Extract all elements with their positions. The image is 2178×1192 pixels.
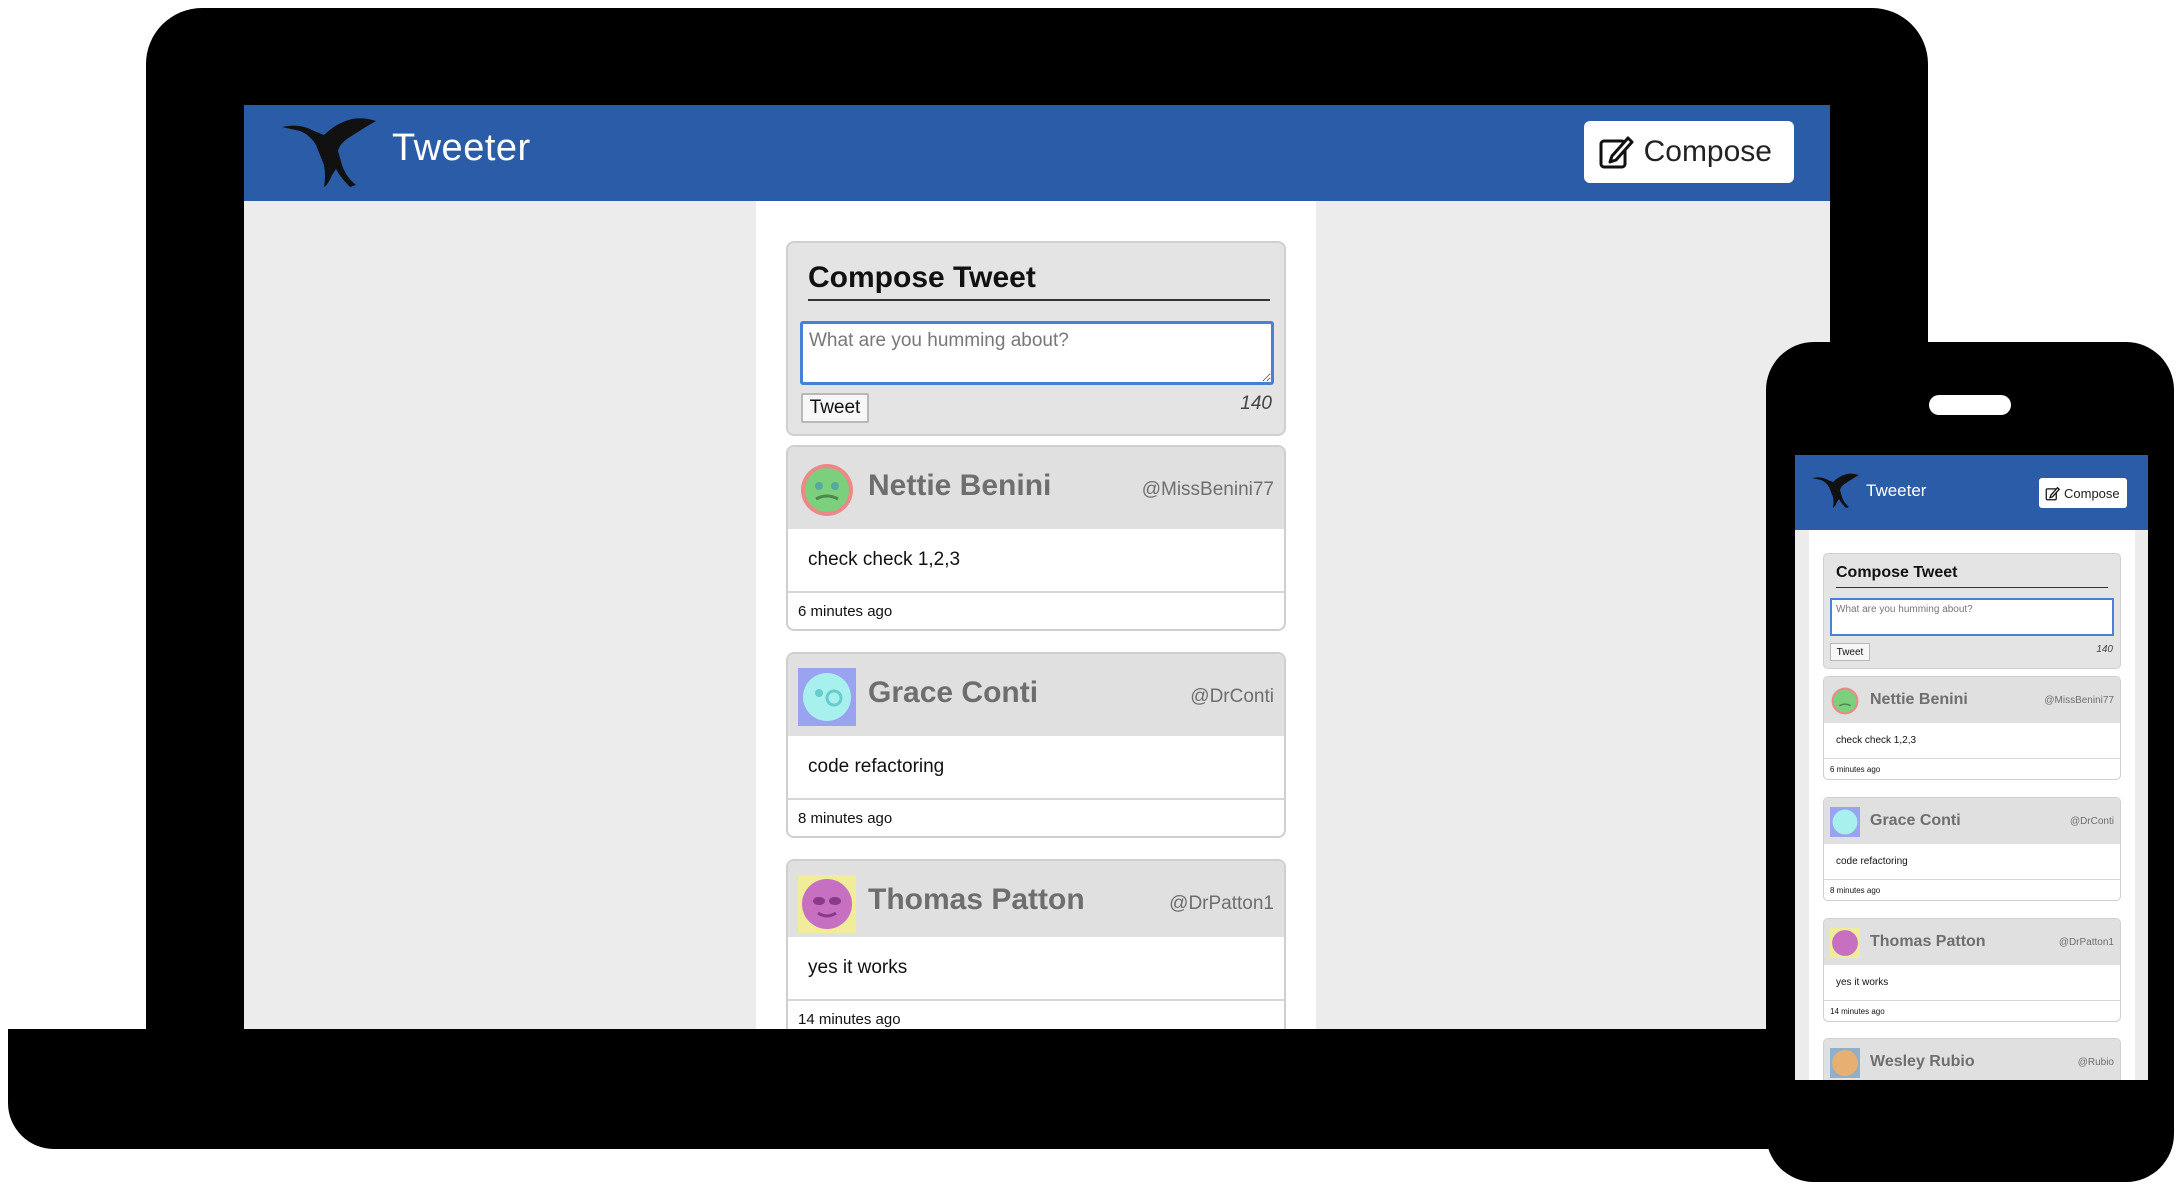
cyan-face-icon xyxy=(1830,807,1860,837)
compose-tweet-panel: Compose Tweet Tweet 140 xyxy=(1823,553,2121,669)
tweet-text: code refactoring xyxy=(1836,856,1908,867)
compose-title: Compose Tweet xyxy=(1836,564,2108,588)
edit-icon xyxy=(2045,486,2060,500)
tweet-author-name: Thomas Patton xyxy=(1870,933,1986,950)
tweet-text: check check 1,2,3 xyxy=(808,549,961,570)
compose-button-label: Compose xyxy=(1643,135,1772,168)
tweet-body: yes it works xyxy=(788,937,1284,1001)
tweet-header: Nettie Benini @MissBenini77 xyxy=(1824,677,2120,723)
compose-title: Compose Tweet xyxy=(808,259,1270,301)
tweet-header: Wesley Rubio @Rubio xyxy=(1824,1039,2120,1080)
navbar: Tweeter Compose xyxy=(1795,455,2148,530)
compose-button[interactable]: Compose xyxy=(1583,121,1794,183)
phone-screen: Tweeter Compose Compose Tweet Tweet 140 … xyxy=(1795,455,2148,1080)
tweet-header: Grace Conti @DrConti xyxy=(1824,798,2120,844)
tweet-author-handle: @DrPatton1 xyxy=(1169,893,1274,914)
orange-face-icon xyxy=(1830,1048,1860,1078)
tweet-author-name: Nettie Benini xyxy=(868,469,1052,502)
timeline-column: Compose Tweet Tweet 140 Nettie Benini @M… xyxy=(1809,530,2135,1080)
tweet-card: Nettie Benini @MissBenini77 check check … xyxy=(786,445,1286,631)
tweet-author-handle: @DrConti xyxy=(2069,816,2114,827)
timeline-column: Compose Tweet Tweet 140 Nettie Benini @M… xyxy=(756,201,1316,1029)
brand-title: Tweeter xyxy=(392,127,531,169)
laptop-screen: Tweeter Compose Compose Tweet Tweet 140 xyxy=(244,105,1830,1029)
purple-face-icon xyxy=(1830,928,1860,958)
tweet-input[interactable] xyxy=(800,321,1274,385)
tweet-header: Thomas Patton @DrPatton1 xyxy=(788,861,1284,937)
laptop-base xyxy=(8,1029,1928,1149)
tweet-button[interactable]: Tweet xyxy=(1830,643,1870,661)
tweet-card: Thomas Patton @DrPatton1 yes it works 14… xyxy=(786,859,1286,1029)
tweet-card: Thomas Patton @DrPatton1 yes it works 14… xyxy=(1823,918,2121,1022)
tweet-author-handle: @MissBenini77 xyxy=(1141,479,1274,500)
tweet-author-name: Grace Conti xyxy=(1870,812,1961,829)
tweet-author-handle: @Rubio xyxy=(2077,1057,2114,1068)
tweet-input[interactable] xyxy=(1830,598,2114,636)
tweet-card: Grace Conti @DrConti code refactoring 8 … xyxy=(786,652,1286,838)
green-face-icon xyxy=(801,464,853,516)
tweet-button[interactable]: Tweet xyxy=(801,393,869,423)
tweet-text: code refactoring xyxy=(808,756,945,777)
tweet-header: Grace Conti @DrConti xyxy=(788,654,1284,736)
tweet-body: code refactoring xyxy=(1824,844,2120,880)
tweet-body: code refactoring xyxy=(788,736,1284,800)
tweet-card: Wesley Rubio @Rubio xyxy=(1823,1038,2121,1080)
tweet-author-handle: @DrPatton1 xyxy=(2058,937,2114,948)
compose-button-label: Compose xyxy=(2064,485,2120,501)
tweet-timestamp: 6 minutes ago xyxy=(798,603,893,620)
tweet-card: Nettie Benini @MissBenini77 check check … xyxy=(1823,676,2121,780)
edit-icon xyxy=(1599,136,1634,169)
tweet-body: check check 1,2,3 xyxy=(1824,723,2120,759)
hummingbird-logo-icon xyxy=(1812,473,1859,508)
cyan-face-icon xyxy=(798,668,856,726)
tweet-timestamp: 8 minutes ago xyxy=(798,810,893,827)
tweet-card: Grace Conti @DrConti code refactoring 8 … xyxy=(1823,797,2121,901)
tweet-header: Nettie Benini @MissBenini77 xyxy=(788,447,1284,529)
tweet-author-handle: @DrConti xyxy=(1190,686,1274,707)
tweet-timestamp: 14 minutes ago xyxy=(1830,1007,1885,1016)
compose-tweet-panel: Compose Tweet Tweet 140 xyxy=(786,241,1286,436)
tweet-body: check check 1,2,3 xyxy=(788,529,1284,593)
tweet-author-name: Nettie Benini xyxy=(1870,691,1968,708)
tweet-timestamp: 6 minutes ago xyxy=(1830,765,1881,774)
tweet-author-name: Grace Conti xyxy=(868,676,1039,709)
brand-title: Tweeter xyxy=(1866,481,1927,500)
tweet-text: check check 1,2,3 xyxy=(1836,735,1917,746)
tweet-author-name: Wesley Rubio xyxy=(1870,1053,1975,1070)
phone-speaker xyxy=(1929,395,2011,415)
purple-face-icon xyxy=(798,875,856,933)
tweet-text: yes it works xyxy=(1836,977,1889,988)
green-face-icon xyxy=(1831,687,1859,715)
tweet-timestamp: 8 minutes ago xyxy=(1830,886,1881,895)
tweet-author-name: Thomas Patton xyxy=(868,883,1085,916)
tweet-author-handle: @MissBenini77 xyxy=(2044,695,2114,706)
compose-button[interactable]: Compose xyxy=(2039,478,2127,508)
character-counter: 140 xyxy=(1240,393,1272,414)
tweet-body: yes it works xyxy=(1824,965,2120,1001)
tweet-timestamp: 14 minutes ago xyxy=(798,1011,901,1028)
tweet-header: Thomas Patton @DrPatton1 xyxy=(1824,919,2120,965)
character-counter: 140 xyxy=(2096,644,2113,655)
hummingbird-logo-icon xyxy=(282,118,376,187)
navbar: Tweeter Compose xyxy=(244,105,1830,201)
tweet-text: yes it works xyxy=(808,957,908,978)
